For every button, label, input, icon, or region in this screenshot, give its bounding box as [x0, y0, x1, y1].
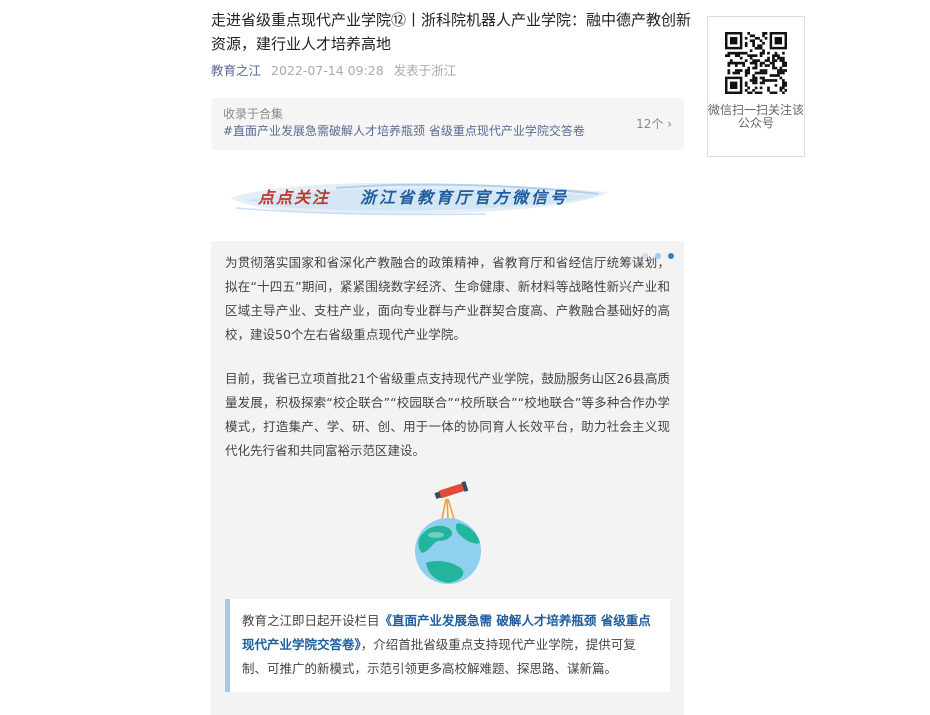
- chevron-right-icon: ›: [667, 117, 672, 131]
- collection-label: 收录于合集: [223, 107, 284, 121]
- carousel-dots: [640, 244, 674, 263]
- article-meta: 教育之江 2022-07-14 09:28 发表于浙江: [211, 60, 456, 79]
- collection-count-text: 12个: [636, 117, 664, 131]
- qr-code-icon: [725, 32, 787, 94]
- author-link[interactable]: 教育之江: [211, 63, 261, 78]
- qr-follow-panel: 微信扫一扫关注该公众号: [707, 16, 805, 157]
- quote-intro-text: 教育之江即日起开设栏目: [242, 613, 380, 628]
- qr-caption: 微信扫一扫关注该公众号: [708, 103, 805, 130]
- collection-tag-link[interactable]: #直面产业发展急需破解人才培养瓶颈 省级重点现代产业学院交答卷: [223, 122, 672, 140]
- article-content: 为贯彻落实国家和省深化产教融合的政策精神，省教育厅和省经信厅统筹谋划，拟在“十四…: [211, 241, 684, 715]
- globe-telescope-illustration: [414, 481, 481, 584]
- paragraph-policy: 为贯彻落实国家和省深化产教融合的政策精神，省教育厅和省经信厅统筹谋划，拟在“十四…: [225, 255, 670, 342]
- column-intro-quote: 教育之江即日起开设栏目《直面产业发展急需 破解人才培养瓶颈 省级重点现代产业学院…: [225, 599, 670, 692]
- banner-account-text: 浙江省教育厅官方微信号: [360, 188, 570, 207]
- collection-card[interactable]: 收录于合集 #直面产业发展急需破解人才培养瓶颈 省级重点现代产业学院交答卷 12…: [211, 98, 684, 150]
- publish-location: 发表于浙江: [393, 63, 457, 78]
- publish-date: 2022-07-14 09:28: [271, 63, 384, 78]
- dot-icon: [668, 253, 674, 259]
- follow-banner: 点点关注 浙江省教育厅官方微信号: [226, 168, 612, 224]
- paragraph-progress: 目前，我省已立项首批21个省级重点支持现代产业学院，鼓励服务山区26县高质量发展…: [225, 371, 670, 458]
- collection-count[interactable]: 12个 ›: [636, 115, 672, 132]
- banner-follow-text: 点点关注: [258, 188, 331, 207]
- dot-icon: [654, 253, 661, 259]
- dot-icon: [641, 253, 648, 259]
- article-title: 走进省级重点现代产业学院⑫丨浙科院机器人产业学院：融中德产教创新资源，建行业人才…: [211, 11, 692, 53]
